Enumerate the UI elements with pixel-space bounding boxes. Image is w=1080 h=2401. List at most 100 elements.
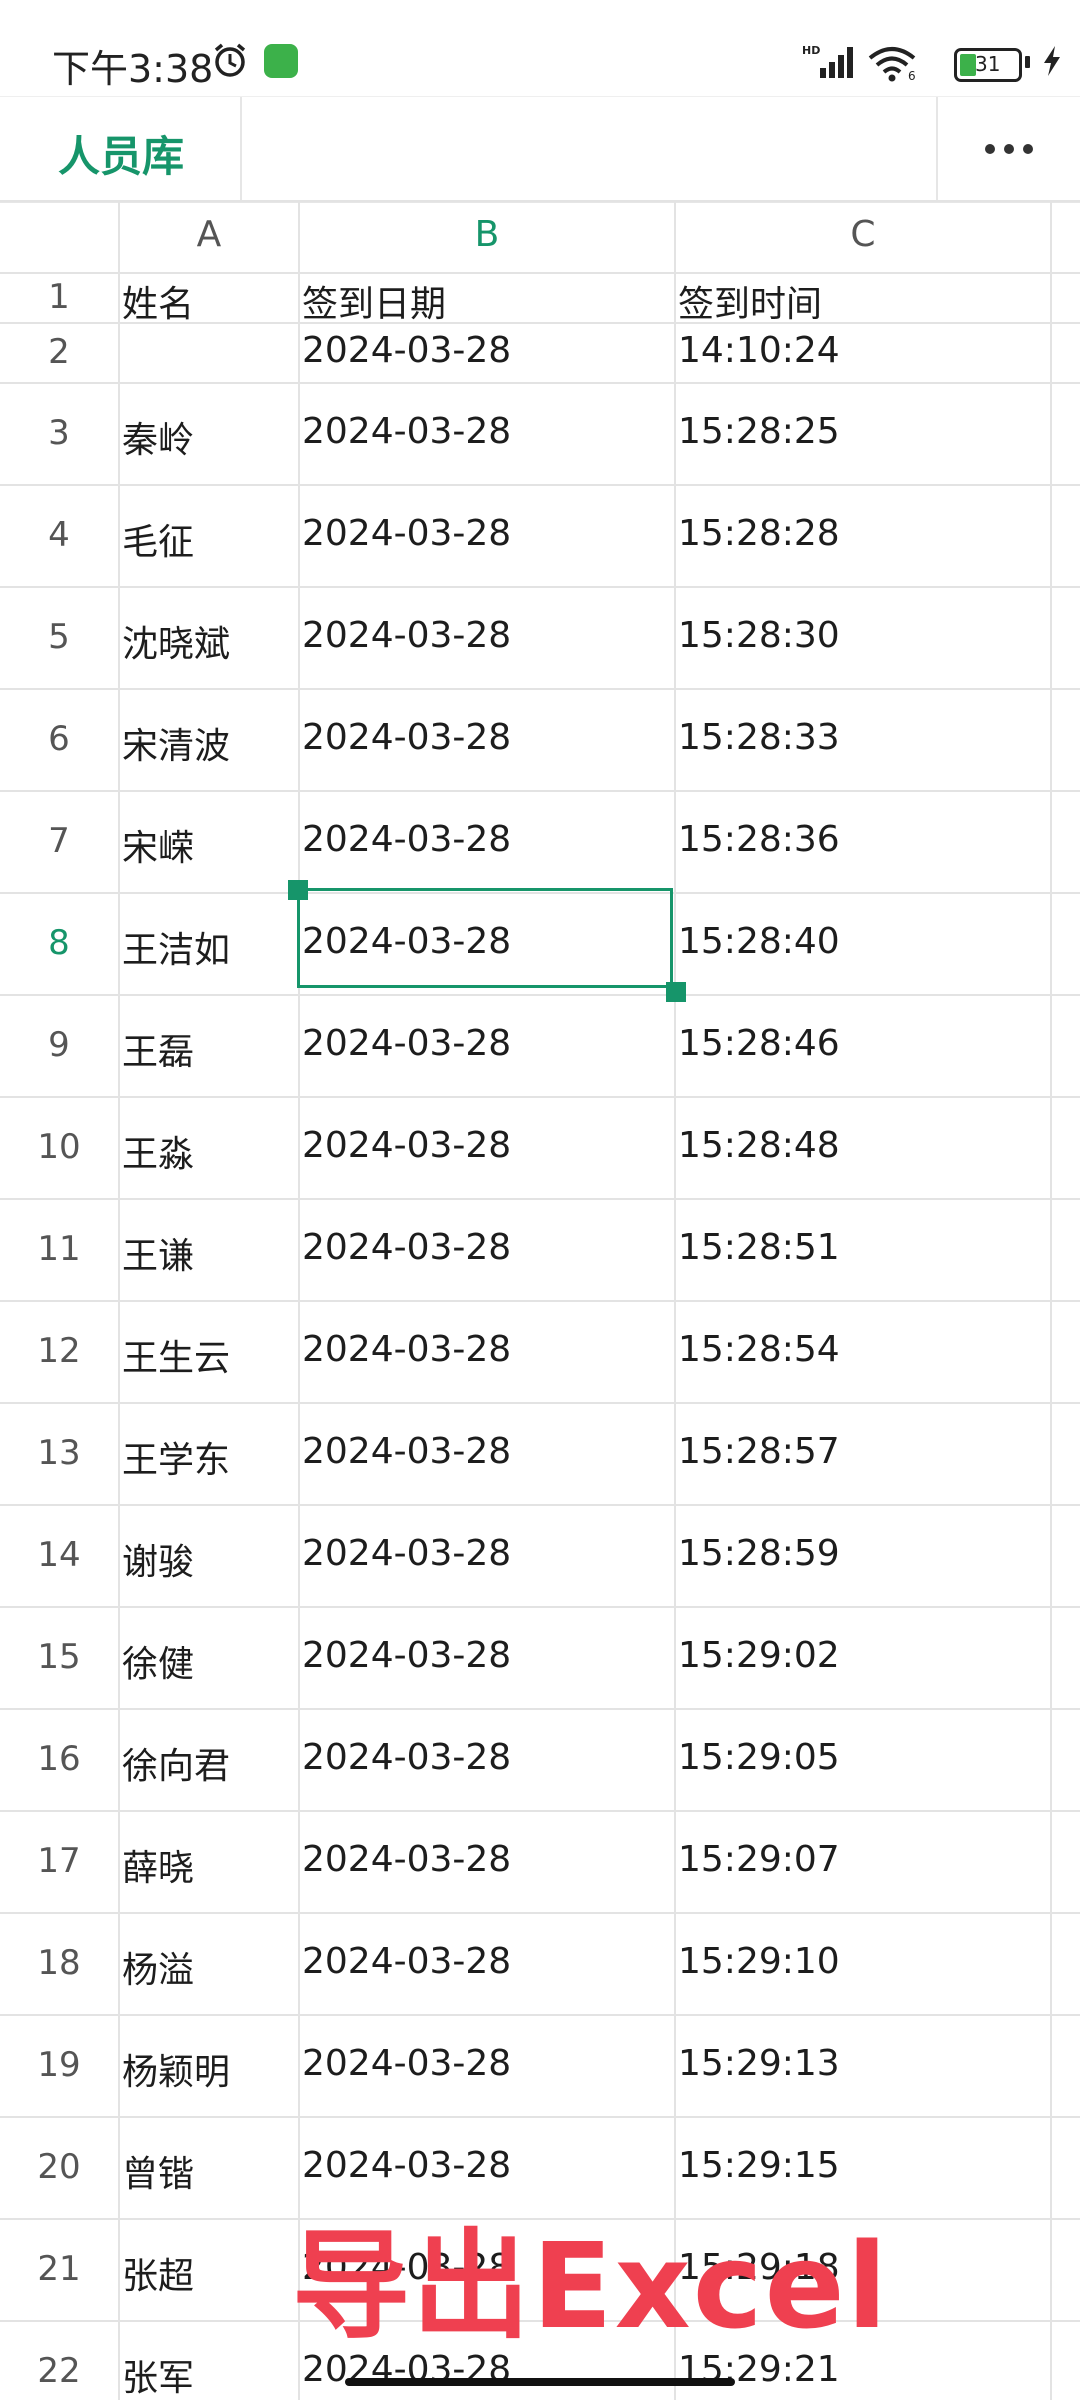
row-number[interactable]: 20 (0, 2147, 118, 2187)
cell-date[interactable]: 2024-03-28 (302, 1737, 511, 1778)
cell-time[interactable]: 15:28:57 (678, 1431, 840, 1472)
cell-date[interactable]: 2024-03-28 (302, 1329, 511, 1370)
cell-date[interactable]: 2024-03-28 (302, 1533, 511, 1574)
row-number[interactable]: 21 (0, 2249, 118, 2289)
sheet-tab[interactable]: 人员库 (0, 97, 242, 201)
cell-name[interactable]: 张军 (122, 2349, 194, 2401)
spreadsheet-grid[interactable]: A B C 1 姓名 签到日期 签到时间 2 2024-03-28 14:10:24 3 秦岭 2… (0, 200, 1080, 2400)
grid-row-line (0, 1300, 1080, 1302)
row-number[interactable]: 6 (0, 719, 118, 759)
cell-date[interactable]: 2024-03-28 (302, 2145, 511, 2186)
row-number[interactable]: 22 (0, 2351, 118, 2391)
row-number[interactable]: 10 (0, 1127, 118, 1167)
row-number[interactable]: 5 (0, 617, 118, 657)
grid-row-line (0, 200, 1080, 202)
cell-time[interactable]: 14:10:24 (678, 330, 840, 371)
cell-name[interactable]: 王谦 (122, 1227, 194, 1279)
cell-date[interactable]: 2024-03-28 (302, 615, 511, 656)
row-number[interactable]: 8 (0, 923, 118, 963)
cell-name[interactable]: 杨溢 (122, 1941, 194, 1993)
cell-name[interactable]: 宋嵘 (122, 819, 194, 871)
cell-time[interactable]: 15:29:05 (678, 1737, 840, 1778)
row-number[interactable]: 15 (0, 1637, 118, 1677)
selected-cell-b8[interactable] (297, 888, 673, 988)
cell-name[interactable]: 秦岭 (122, 411, 194, 463)
cell-time[interactable]: 15:28:28 (678, 513, 840, 554)
selection-handle-start[interactable] (288, 880, 308, 900)
cell-name[interactable]: 姓名 (122, 275, 194, 327)
column-header-c[interactable]: C (676, 214, 1050, 255)
row-number[interactable]: 7 (0, 821, 118, 861)
row-number[interactable]: 4 (0, 515, 118, 555)
row-number[interactable]: 16 (0, 1739, 118, 1779)
cell-time[interactable]: 15:29:07 (678, 1839, 840, 1880)
cell-name[interactable]: 宋清波 (122, 717, 230, 769)
cell-time[interactable]: 15:28:54 (678, 1329, 840, 1370)
row-number[interactable]: 1 (0, 277, 118, 317)
cell-date[interactable]: 2024-03-28 (302, 1941, 511, 1982)
cell-name[interactable]: 沈晓斌 (122, 615, 230, 667)
cell-name[interactable]: 张超 (122, 2247, 194, 2299)
cell-time[interactable]: 15:29:02 (678, 1635, 840, 1676)
row-number[interactable]: 9 (0, 1025, 118, 1065)
cell-name[interactable]: 王生云 (122, 1329, 230, 1381)
cell-time[interactable]: 15:28:46 (678, 1023, 840, 1064)
cell-date[interactable]: 2024-03-28 (302, 513, 511, 554)
cell-time[interactable]: 15:28:59 (678, 1533, 840, 1574)
cell-name[interactable]: 徐向君 (122, 1737, 230, 1789)
cell-name[interactable]: 王洁如 (122, 921, 230, 973)
cell-date[interactable]: 2024-03-28 (302, 1635, 511, 1676)
cell-date[interactable]: 2024-03-28 (302, 2043, 511, 2084)
export-excel-overlay: 导出Excel (292, 2217, 890, 2355)
cell-time[interactable]: 15:28:51 (678, 1227, 840, 1268)
cell-time[interactable]: 15:28:30 (678, 615, 840, 656)
grid-row-line (0, 1606, 1080, 1608)
grid-row-line (0, 382, 1080, 384)
cell-name[interactable]: 王学东 (122, 1431, 230, 1483)
more-icon (984, 141, 1034, 160)
cell-name[interactable]: 王淼 (122, 1125, 194, 1177)
cell-date[interactable]: 2024-03-28 (302, 1023, 511, 1064)
more-button[interactable] (936, 97, 1080, 201)
row-number[interactable]: 3 (0, 413, 118, 453)
row-number[interactable]: 19 (0, 2045, 118, 2085)
row-number[interactable]: 14 (0, 1535, 118, 1575)
cell-time[interactable]: 签到时间 (678, 275, 822, 327)
cell-date[interactable]: 2024-03-28 (302, 1431, 511, 1472)
cell-date[interactable]: 2024-03-28 (302, 1125, 511, 1166)
column-header-a[interactable]: A (120, 214, 298, 255)
selection-handle-end[interactable] (666, 982, 686, 1002)
cell-name[interactable]: 毛征 (122, 513, 194, 565)
cell-name[interactable]: 杨颖明 (122, 2043, 230, 2095)
cell-name[interactable]: 王磊 (122, 1023, 194, 1075)
cell-time[interactable]: 15:29:13 (678, 2043, 840, 2084)
row-number[interactable]: 12 (0, 1331, 118, 1371)
cell-date[interactable]: 2024-03-28 (302, 1227, 511, 1268)
row-number[interactable]: 11 (0, 1229, 118, 1269)
cell-name[interactable]: 曾锴 (122, 2145, 194, 2197)
cell-time[interactable]: 15:28:36 (678, 819, 840, 860)
grid-row-line (0, 688, 1080, 690)
column-header-b[interactable]: B (300, 214, 674, 255)
row-number[interactable]: 2 (0, 332, 118, 372)
cell-time[interactable]: 15:29:15 (678, 2145, 840, 2186)
cell-time[interactable]: 15:29:10 (678, 1941, 840, 1982)
grid-row-line (0, 1402, 1080, 1404)
cell-time[interactable]: 15:28:33 (678, 717, 840, 758)
cell-date[interactable]: 2024-03-28 (302, 717, 511, 758)
cell-time[interactable]: 15:28:40 (678, 921, 840, 962)
cell-date[interactable]: 签到日期 (302, 275, 446, 327)
cell-time[interactable]: 15:28:48 (678, 1125, 840, 1166)
cell-name[interactable]: 谢骏 (122, 1533, 194, 1585)
row-number[interactable]: 18 (0, 1943, 118, 1983)
cell-date[interactable]: 2024-03-28 (302, 1839, 511, 1880)
cell-name[interactable]: 徐健 (122, 1635, 194, 1687)
row-number[interactable]: 13 (0, 1433, 118, 1473)
cell-time[interactable]: 15:28:25 (678, 411, 840, 452)
cell-name[interactable]: 薛晓 (122, 1839, 194, 1891)
cell-date[interactable]: 2024-03-28 (302, 411, 511, 452)
grid-row-line (0, 272, 1080, 274)
cell-date[interactable]: 2024-03-28 (302, 330, 511, 371)
cell-date[interactable]: 2024-03-28 (302, 819, 511, 860)
row-number[interactable]: 17 (0, 1841, 118, 1881)
